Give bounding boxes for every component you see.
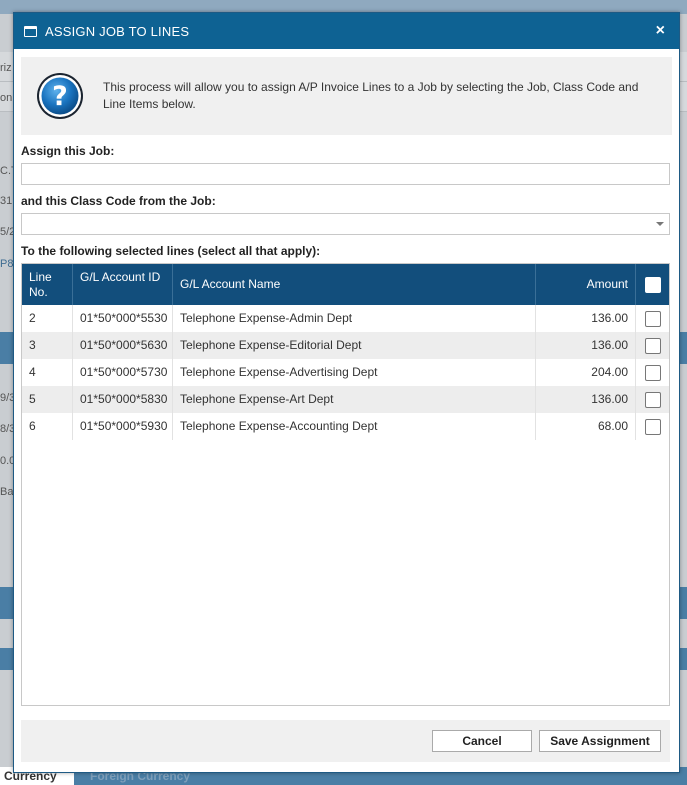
- column-header-line-no[interactable]: Line No.: [22, 264, 73, 305]
- column-header-account-name[interactable]: G/L Account Name: [173, 264, 536, 305]
- row-checkbox[interactable]: [644, 310, 661, 327]
- lines-grid: Line No. G/L Account ID G/L Account Name…: [21, 263, 670, 706]
- select-all-cell: [636, 264, 669, 305]
- svg-text:?: ?: [52, 81, 68, 112]
- account-name-cell: Telephone Expense-Accounting Dept: [173, 413, 536, 440]
- select-all-checkbox[interactable]: [644, 276, 661, 293]
- background-text: C.T: [0, 165, 14, 177]
- row-checkbox-cell: [636, 413, 669, 440]
- dialog-body: ? This process will allow you to assign …: [14, 49, 679, 706]
- table-row: 4 01*50*000*5730 Telephone Expense-Adver…: [22, 359, 669, 386]
- amount-cell: 136.00: [536, 305, 636, 332]
- background-text: 5/2: [0, 226, 14, 238]
- account-id-cell: 01*50*000*5830: [73, 386, 173, 413]
- background-text: riz: [0, 62, 12, 74]
- line-no-cell: 2: [22, 305, 73, 332]
- account-id-cell: 01*50*000*5730: [73, 359, 173, 386]
- save-assignment-button[interactable]: Save Assignment: [539, 730, 661, 752]
- row-checkbox-cell: [636, 386, 669, 413]
- table-row: 2 01*50*000*5530 Telephone Expense-Admin…: [22, 305, 669, 332]
- account-id-cell: 01*50*000*5930: [73, 413, 173, 440]
- class-code-label: and this Class Code from the Job:: [21, 194, 216, 208]
- grid-header: Line No. G/L Account ID G/L Account Name…: [22, 264, 669, 305]
- background-text: 9/3: [0, 392, 14, 404]
- dialog-footer: Cancel Save Assignment: [21, 720, 670, 762]
- row-checkbox[interactable]: [644, 418, 661, 435]
- assign-job-dialog: ASSIGN JOB TO LINES × ? This process wil…: [13, 12, 680, 773]
- class-code-select[interactable]: [21, 213, 670, 235]
- row-checkbox-cell: [636, 332, 669, 359]
- amount-cell: 136.00: [536, 332, 636, 359]
- background-text: 8/3: [0, 423, 14, 435]
- line-no-cell: 4: [22, 359, 73, 386]
- line-no-cell: 3: [22, 332, 73, 359]
- background-text: 0.0: [0, 455, 14, 467]
- info-panel: ? This process will allow you to assign …: [21, 57, 672, 135]
- chevron-down-icon: [656, 222, 664, 226]
- cancel-button[interactable]: Cancel: [432, 730, 532, 752]
- account-id-cell: 01*50*000*5530: [73, 305, 173, 332]
- row-checkbox[interactable]: [644, 391, 661, 408]
- amount-cell: 136.00: [536, 386, 636, 413]
- background-text: P8: [0, 258, 14, 270]
- row-checkbox-cell: [636, 305, 669, 332]
- window-icon: [24, 25, 37, 37]
- info-text: This process will allow you to assign A/…: [103, 80, 639, 111]
- job-input[interactable]: [21, 163, 670, 185]
- row-checkbox[interactable]: [644, 337, 661, 354]
- account-name-cell: Telephone Expense-Admin Dept: [173, 305, 536, 332]
- row-checkbox-cell: [636, 359, 669, 386]
- amount-cell: 204.00: [536, 359, 636, 386]
- column-header-account-id[interactable]: G/L Account ID: [73, 264, 173, 305]
- background-text: 31: [0, 195, 13, 207]
- column-header-amount[interactable]: Amount: [536, 264, 636, 305]
- job-label: Assign this Job:: [21, 144, 115, 158]
- question-mark-circle-icon: ?: [37, 73, 83, 119]
- account-name-cell: Telephone Expense-Advertising Dept: [173, 359, 536, 386]
- background-text: Ba: [0, 486, 14, 498]
- amount-cell: 68.00: [536, 413, 636, 440]
- dialog-header: ASSIGN JOB TO LINES ×: [14, 13, 679, 49]
- account-name-cell: Telephone Expense-Editorial Dept: [173, 332, 536, 359]
- dialog-title: ASSIGN JOB TO LINES: [45, 23, 190, 39]
- table-row: 5 01*50*000*5830 Telephone Expense-Art D…: [22, 386, 669, 413]
- row-checkbox[interactable]: [644, 364, 661, 381]
- lines-label: To the following selected lines (select …: [21, 244, 321, 258]
- line-no-cell: 5: [22, 386, 73, 413]
- account-id-cell: 01*50*000*5630: [73, 332, 173, 359]
- background-text: on: [0, 92, 13, 104]
- close-icon[interactable]: ×: [654, 23, 667, 39]
- table-row: 3 01*50*000*5630 Telephone Expense-Edito…: [22, 332, 669, 359]
- account-name-cell: Telephone Expense-Art Dept: [173, 386, 536, 413]
- table-row: 6 01*50*000*5930 Telephone Expense-Accou…: [22, 413, 669, 440]
- line-no-cell: 6: [22, 413, 73, 440]
